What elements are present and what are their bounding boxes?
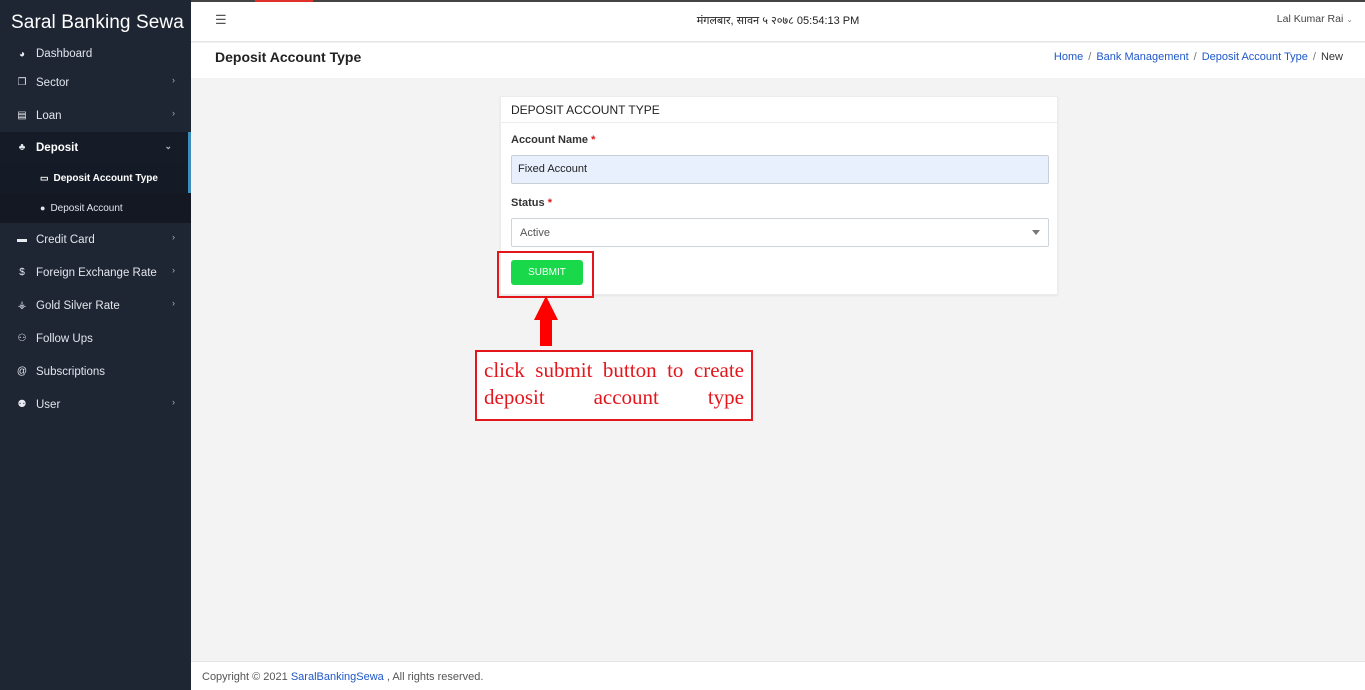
page-header: Deposit Account Type Home / Bank Managemen…	[191, 43, 1365, 78]
sidebar-item-deposit[interactable]: ♣ Deposit ⌄	[0, 132, 191, 163]
breadcrumb-separator: /	[1193, 51, 1197, 63]
chevron-right-icon: ›	[172, 397, 175, 407]
sidebar-subitem-deposit-account-type[interactable]: ▭ Deposit Account Type	[0, 163, 191, 193]
breadcrumb-deposit-account-type[interactable]: Deposit Account Type	[1202, 51, 1308, 63]
arrow-shaft	[540, 318, 552, 346]
deposit-submenu: ▭ Deposit Account Type ● Deposit Account	[0, 163, 191, 223]
loading-bar	[255, 0, 313, 2]
credit-card-icon: ▬	[17, 234, 27, 245]
chevron-down-icon: ⌄	[1346, 15, 1353, 24]
status-label-text: Status	[511, 197, 545, 209]
sidebar-item-user[interactable]: ⚉ User ›	[0, 388, 191, 421]
sidebar-item-dashboard[interactable]: ◕ Dashboard	[0, 44, 191, 66]
required-mark: *	[591, 134, 596, 146]
breadcrumb-separator: /	[1312, 51, 1316, 63]
card-icon: ▤	[17, 110, 27, 121]
id-card-icon: ▭	[40, 172, 49, 183]
chevron-right-icon: ›	[172, 108, 175, 118]
breadcrumb-home[interactable]: Home	[1054, 51, 1083, 63]
sidebar-item-label: Credit Card	[36, 233, 95, 246]
piggy-bank-icon: ♣	[18, 142, 26, 153]
sidebar-item-subscriptions[interactable]: @ Subscriptions	[0, 355, 191, 388]
chevron-right-icon: ›	[172, 232, 175, 242]
sidebar-item-label: User	[36, 398, 61, 411]
hand-coin-icon: ⚶	[17, 300, 27, 311]
dollar-icon: $	[19, 267, 25, 278]
breadcrumb-current: New	[1320, 51, 1343, 63]
sidebar-item-label: Follow Ups	[36, 332, 93, 345]
account-name-value: Fixed Account	[518, 163, 588, 175]
breadcrumb-separator: /	[1088, 51, 1092, 63]
breadcrumb-bank-management[interactable]: Bank Management	[1096, 51, 1188, 63]
user-name: Lal Kumar Rai	[1276, 13, 1344, 25]
sidebar-item-label: Dashboard	[36, 48, 93, 60]
sidebar-subitem-deposit-account[interactable]: ● Deposit Account	[0, 193, 191, 223]
required-mark: *	[547, 197, 552, 209]
status-selected-value: Active	[520, 227, 550, 239]
footer-copyright: Copyright © 2021	[202, 671, 288, 683]
chevron-right-icon: ›	[172, 75, 175, 85]
sidebar-item-gold-silver-rate[interactable]: ⚶ Gold Silver Rate ›	[0, 289, 191, 322]
sidebar-item-label: Gold Silver Rate	[36, 299, 120, 312]
sidebar: Saral Banking Sewa ◕ Dashboard ❐ Sector …	[0, 0, 191, 690]
footer-link[interactable]: SaralBankingSewa	[291, 671, 384, 683]
sidebar-item-label: Loan	[36, 109, 62, 122]
sidebar-item-label: Subscriptions	[36, 365, 106, 378]
sidebar-item-label: Sector	[36, 76, 70, 89]
sidebar-item-foreign-exchange-rate[interactable]: $ Foreign Exchange Rate ›	[0, 256, 191, 289]
chevron-right-icon: ›	[172, 265, 175, 275]
sidebar-item-sector[interactable]: ❐ Sector ›	[0, 66, 191, 99]
account-name-input[interactable]: Fixed Account	[511, 155, 1049, 184]
annotation-note: click submit button to create deposit ac…	[475, 350, 753, 421]
sidebar-item-label: Foreign Exchange Rate	[36, 266, 157, 279]
sidebar-item-label: Deposit	[36, 141, 79, 154]
arrow-up-icon	[534, 296, 558, 320]
nepali-datetime: मंगलबार, सावन ५ २०७८ 05:54:13 PM	[696, 15, 860, 27]
chevron-right-icon: ›	[172, 298, 175, 308]
status-select[interactable]: Active	[511, 218, 1049, 247]
dashboard-icon: ◕	[18, 48, 26, 60]
at-icon: @	[16, 366, 28, 377]
submit-highlight-box	[497, 251, 594, 298]
status-label: Status *	[511, 197, 552, 209]
page-title: Deposit Account Type	[215, 49, 362, 65]
user-plus-icon: ⚇	[17, 333, 27, 344]
sidebar-item-follow-ups[interactable]: ⚇ Follow Ups	[0, 322, 191, 355]
breadcrumb: Home / Bank Management / Deposit Account Typ…	[1054, 51, 1343, 63]
footer: Copyright © 2021 SaralBankingSewa , All …	[191, 661, 1365, 690]
sidebar-subitem-label: Deposit Account Type	[53, 172, 158, 184]
card-title: DEPOSIT ACCOUNT TYPE	[501, 97, 1057, 123]
user-circle-icon: ●	[40, 203, 46, 213]
account-name-label-text: Account Name	[511, 134, 589, 146]
chevron-down-icon: ⌄	[164, 141, 172, 151]
copy-icon: ❐	[17, 77, 27, 88]
sidebar-item-loan[interactable]: ▤ Loan ›	[0, 99, 191, 132]
sidebar-item-credit-card[interactable]: ▬ Credit Card ›	[0, 223, 191, 256]
footer-rights: , All rights reserved.	[386, 671, 484, 683]
account-name-label: Account Name *	[511, 134, 595, 146]
users-icon: ⚉	[17, 399, 27, 410]
user-menu[interactable]: Lal Kumar Rai ⌄	[1277, 13, 1353, 25]
sidebar-subitem-label: Deposit Account	[50, 202, 123, 214]
brand-title[interactable]: Saral Banking Sewa	[0, 0, 191, 44]
dropdown-arrow-icon	[1032, 230, 1040, 235]
top-navbar: ☰ मंगलबार, सावन ५ २०७८ 05:54:13 PM Lal K…	[191, 0, 1365, 42]
